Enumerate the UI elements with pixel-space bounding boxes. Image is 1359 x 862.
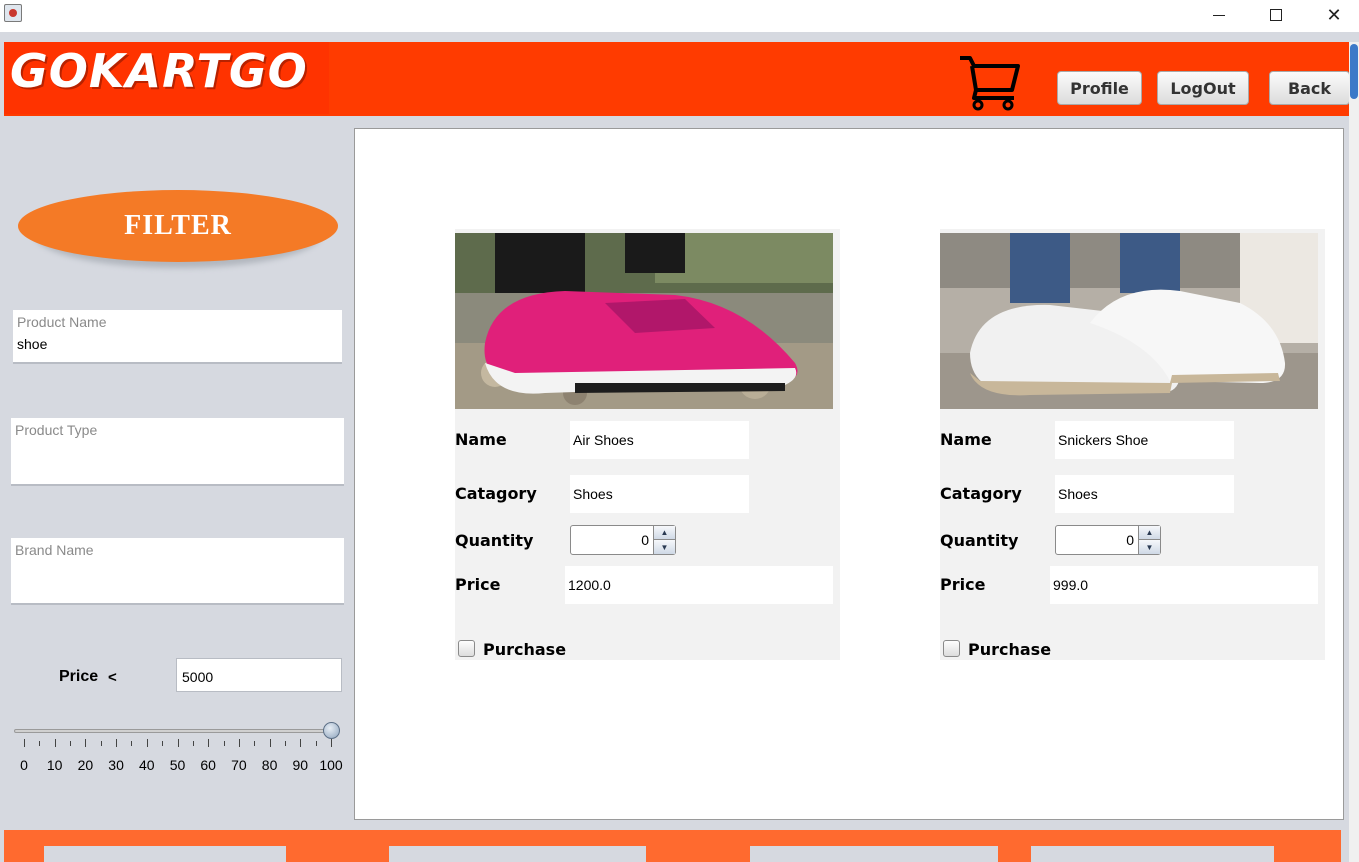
spinner-down-icon[interactable]: ▼ [1139, 540, 1160, 554]
quantity-spinner[interactable]: 0 ▲ ▼ [570, 525, 676, 555]
slider-tick [116, 739, 118, 747]
quantity-spinner[interactable]: 0 ▲ ▼ [1055, 525, 1161, 555]
back-button[interactable]: Back [1269, 71, 1350, 105]
product-type-field[interactable]: Product Type [11, 418, 344, 486]
product-category-label: Catagory [455, 484, 537, 503]
price-operator: < [108, 669, 117, 686]
slider-tick-label: 50 [169, 757, 186, 773]
maximize-button[interactable] [1247, 0, 1305, 30]
price-limit-input[interactable]: 5000 [176, 658, 342, 692]
maximize-icon [1270, 9, 1282, 21]
quantity-value: 0 [641, 532, 649, 548]
purchase-checkbox[interactable] [458, 640, 475, 657]
product-name-field[interactable]: Product Name shoe [13, 310, 342, 364]
purchase-label[interactable]: Purchase [483, 640, 566, 659]
spinner-up-icon[interactable]: ▲ [1139, 526, 1160, 540]
frame-top-gap [0, 32, 1359, 42]
slider-tick [284, 741, 286, 746]
footer-button[interactable] [750, 846, 998, 862]
minimize-icon [1213, 14, 1225, 16]
slider-tick [223, 741, 225, 746]
product-image-pink-sneaker [455, 233, 833, 409]
footer-button[interactable] [389, 846, 646, 862]
slider-tick-label: 30 [108, 757, 124, 773]
minimize-button[interactable] [1190, 0, 1248, 30]
product-quantity-label: Quantity [940, 531, 1019, 550]
vertical-scrollbar[interactable] [1349, 42, 1359, 862]
product-name-label: Name [940, 430, 992, 449]
slider-tick [100, 741, 102, 746]
java-app-icon [4, 4, 22, 22]
footer-button[interactable] [1031, 846, 1274, 862]
window-titlebar: ✕ [0, 0, 1359, 32]
slider-tick-label: 90 [292, 757, 309, 773]
slider-tick-label: 100 [319, 757, 343, 773]
spinner-buttons: ▲ ▼ [653, 526, 675, 554]
slider-tick [70, 741, 72, 746]
product-price-label: Price [940, 575, 986, 594]
slider-tick [39, 741, 41, 746]
purchase-label[interactable]: Purchase [968, 640, 1051, 659]
slider-tick [54, 739, 56, 747]
slider-tick [315, 741, 317, 746]
slider-tick-label: 70 [231, 757, 247, 773]
logout-button[interactable]: LogOut [1157, 71, 1249, 105]
app-logo: GOKARTGO [10, 44, 308, 98]
close-button[interactable]: ✕ [1305, 0, 1359, 30]
slider-tick [177, 739, 179, 747]
product-category-label: Catagory [940, 484, 1022, 503]
price-filter-label: Price [59, 668, 99, 685]
product-name-value: Snickers Shoe [1055, 421, 1234, 459]
brand-name-field[interactable]: Brand Name [11, 538, 344, 605]
spinner-buttons: ▲ ▼ [1138, 526, 1160, 554]
product-name-label: Name [455, 430, 507, 449]
product-price-value: 1200.0 [565, 566, 833, 604]
slider-tick [131, 741, 133, 746]
product-price-label: Price [455, 575, 501, 594]
product-category-value: Shoes [1055, 475, 1234, 513]
slider-tick-label: 60 [200, 757, 216, 773]
slider-tick [269, 739, 271, 747]
product-name-placeholder: Product Name [17, 314, 107, 330]
slider-tick [162, 741, 164, 746]
close-icon: ✕ [1326, 4, 1342, 26]
slider-tick-label: 0 [20, 757, 28, 773]
product-card: Name Snickers Shoe Catagory Shoes Quanti… [940, 229, 1325, 660]
product-category-value: Shoes [570, 475, 749, 513]
slider-tick [331, 739, 332, 747]
footer-button[interactable] [44, 846, 286, 862]
product-type-placeholder: Product Type [15, 422, 98, 438]
brand-name-placeholder: Brand Name [15, 542, 94, 558]
slider-tick [85, 739, 87, 747]
spinner-down-icon[interactable]: ▼ [654, 540, 675, 554]
price-slider-thumb[interactable] [323, 722, 340, 739]
scrollbar-thumb[interactable] [1350, 44, 1358, 99]
slider-tick-label: 40 [139, 757, 155, 773]
slider-tick-label: 10 [46, 757, 63, 773]
quantity-value: 0 [1126, 532, 1134, 548]
product-image-white-sneaker [940, 233, 1318, 409]
product-quantity-label: Quantity [455, 531, 534, 550]
slider-tick [24, 739, 25, 747]
slider-tick-label: 80 [261, 757, 278, 773]
shopping-cart-icon[interactable] [958, 50, 1022, 112]
product-card: Name Air Shoes Catagory Shoes Quantity 0… [455, 229, 840, 660]
product-name-value: Air Shoes [570, 421, 749, 459]
slider-tick [208, 739, 210, 747]
purchase-checkbox[interactable] [943, 640, 960, 657]
slider-tick [146, 739, 148, 747]
slider-tick [254, 741, 256, 746]
slider-tick [192, 741, 194, 746]
product-name-value: shoe [17, 336, 48, 352]
price-slider-track[interactable] [14, 729, 336, 733]
product-price-value: 999.0 [1050, 566, 1318, 604]
slider-tick-label: 20 [77, 757, 94, 773]
spinner-up-icon[interactable]: ▲ [654, 526, 675, 540]
slider-tick [300, 739, 302, 747]
slider-tick [238, 739, 240, 747]
filter-button[interactable]: FILTER [18, 190, 338, 262]
profile-button[interactable]: Profile [1057, 71, 1142, 105]
